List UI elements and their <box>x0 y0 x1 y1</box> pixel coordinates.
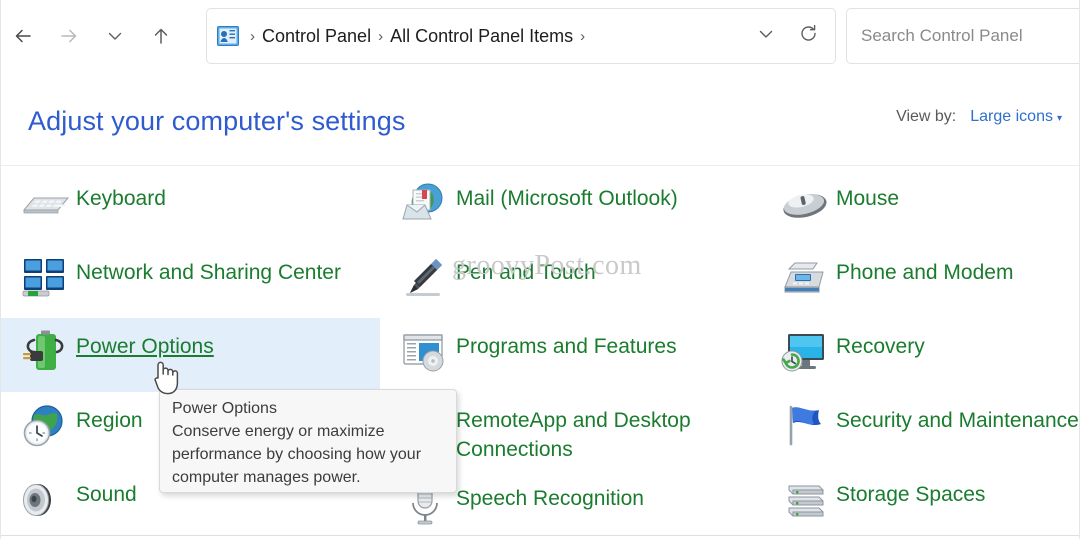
storage-spaces-icon <box>774 474 836 526</box>
search-input[interactable] <box>861 9 1080 63</box>
item-label: Power Options <box>76 335 214 358</box>
mail-outlook-icon <box>394 178 456 230</box>
item-label: Network and Sharing Center <box>76 261 341 284</box>
navigation-toolbar: › Control Panel › All Control Panel Item… <box>0 0 1080 72</box>
keyboard-icon <box>14 178 76 230</box>
item-mail-microsoft-outlook[interactable]: Mail (Microsoft Outlook) <box>380 170 760 244</box>
item-phone-and-modem[interactable]: Phone and Modem <box>760 244 1080 318</box>
item-label: Keyboard <box>76 187 166 210</box>
breadcrumb-separator: › <box>250 27 255 45</box>
view-by-control[interactable]: View by: Large icons ▾ <box>896 108 1062 126</box>
refresh-button[interactable] <box>787 16 829 56</box>
item-label: Recovery <box>836 335 925 358</box>
chevron-down-icon <box>757 25 775 48</box>
breadcrumb-separator: › <box>580 27 586 45</box>
item-label: RemoteApp and Desktop Connections <box>456 409 691 461</box>
chevron-down-icon <box>106 27 124 45</box>
back-arrow-icon <box>12 25 34 47</box>
up-button[interactable] <box>138 16 184 56</box>
item-programs-and-features[interactable]: Programs and Features <box>380 318 760 392</box>
search-box[interactable] <box>846 8 1080 64</box>
forward-arrow-icon <box>58 25 80 47</box>
item-recovery[interactable]: Recovery <box>760 318 1080 392</box>
view-by-value: Large icons <box>970 108 1053 125</box>
chevron-down-icon: ▾ <box>1056 113 1062 124</box>
item-label: Security and Maintenance <box>836 409 1079 432</box>
control-panel-window: › Control Panel › All Control Panel Item… <box>0 0 1080 539</box>
control-panel-icon <box>217 26 239 46</box>
tooltip: Power Options Conserve energy or maximiz… <box>159 389 457 493</box>
recent-locations-button[interactable] <box>92 16 138 56</box>
up-arrow-icon <box>150 25 172 47</box>
window-bottom-edge <box>0 535 1080 536</box>
breadcrumb-control-panel[interactable]: Control Panel <box>262 26 371 47</box>
item-keyboard[interactable]: Keyboard <box>0 170 380 244</box>
item-pen-and-touch[interactable]: Pen and Touch <box>380 244 760 318</box>
item-label: Sound <box>76 483 137 506</box>
breadcrumb-separator: › <box>378 27 384 45</box>
refresh-icon <box>798 23 819 49</box>
pen-touch-icon <box>394 252 456 304</box>
power-options-icon <box>14 326 76 378</box>
address-bar[interactable]: › Control Panel › All Control Panel Item… <box>206 8 836 64</box>
item-label: Storage Spaces <box>836 483 986 506</box>
breadcrumb-all-control-panel-items[interactable]: All Control Panel Items <box>390 26 573 47</box>
forward-button[interactable] <box>46 16 92 56</box>
item-mouse[interactable]: Mouse <box>760 170 1080 244</box>
item-label: Mail (Microsoft Outlook) <box>456 187 678 210</box>
items-column-3: Mouse Phone and Modem Recovery Security … <box>760 170 1080 539</box>
tooltip-body: Conserve energy or maximize performance … <box>172 423 422 486</box>
tooltip-title: Power Options <box>172 400 277 417</box>
item-label: Mouse <box>836 187 900 210</box>
window-left-edge <box>0 0 1 539</box>
item-label: Region <box>76 409 143 432</box>
view-by-dropdown[interactable]: Large icons ▾ <box>970 108 1062 126</box>
item-label: Speech Recognition <box>456 487 644 510</box>
back-button[interactable] <box>0 16 46 56</box>
network-sharing-icon <box>14 252 76 304</box>
page-title: Adjust your computer's settings <box>28 106 406 136</box>
nav-button-group <box>0 0 184 72</box>
item-label: Programs and Features <box>456 335 677 358</box>
item-network-and-sharing-center[interactable]: Network and Sharing Center <box>0 244 380 318</box>
mouse-icon <box>774 178 836 230</box>
item-security-and-maintenance[interactable]: Security and Maintenance <box>760 392 1080 466</box>
item-label: Pen and Touch <box>456 261 596 284</box>
mouse-cursor-hand-icon <box>148 356 182 396</box>
programs-features-icon <box>394 326 456 378</box>
phone-modem-icon <box>774 252 836 304</box>
region-icon <box>14 400 76 452</box>
item-label: Phone and Modem <box>836 261 1014 284</box>
view-by-label: View by: <box>896 108 957 125</box>
header-divider <box>0 165 1080 166</box>
recovery-icon <box>774 326 836 378</box>
sound-icon <box>14 474 76 526</box>
security-maintenance-icon <box>774 400 836 452</box>
item-storage-spaces[interactable]: Storage Spaces <box>760 466 1080 539</box>
address-dropdown-button[interactable] <box>745 16 787 56</box>
item-power-options[interactable]: Power Options <box>0 318 380 392</box>
